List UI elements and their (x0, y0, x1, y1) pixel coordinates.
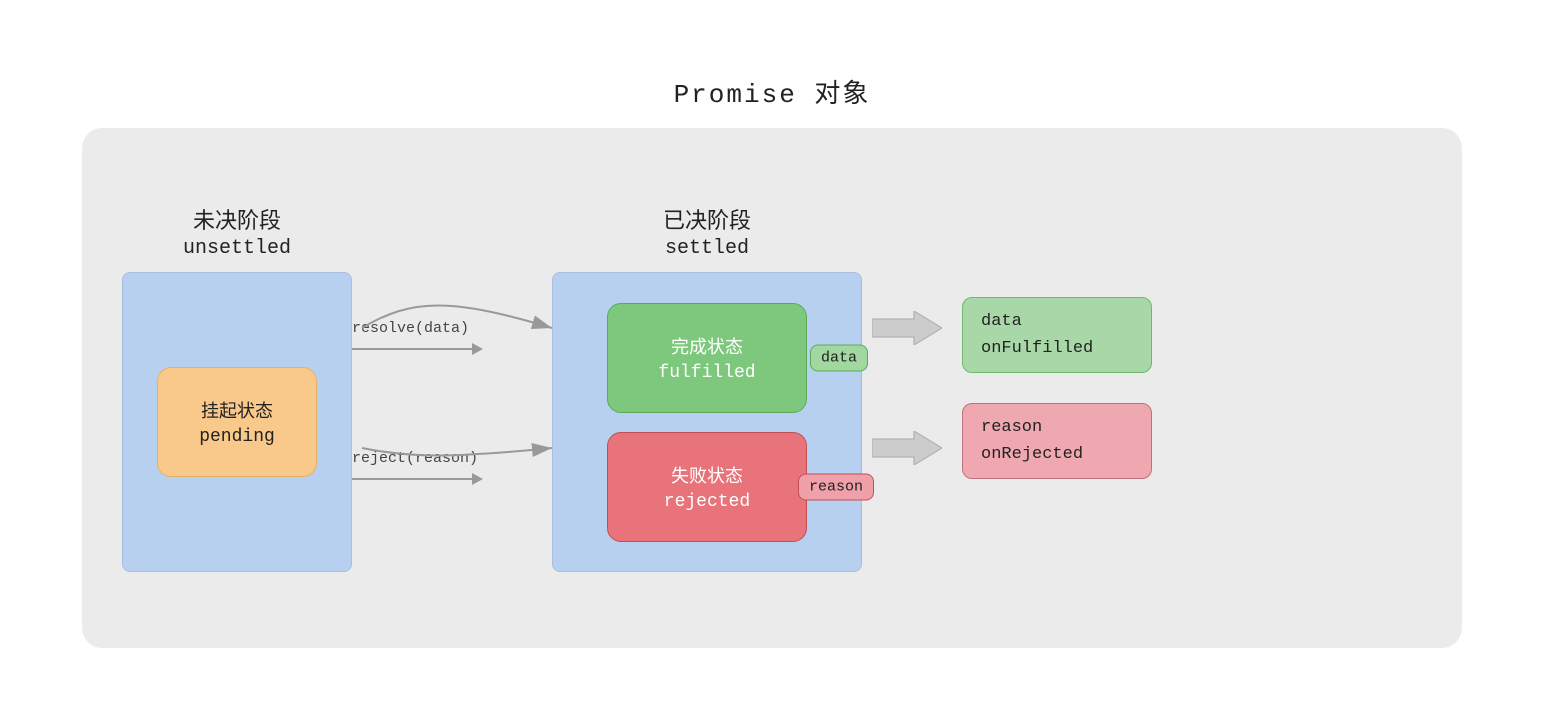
rejected-arrow (872, 431, 942, 465)
diagram-body: 未决阶段 unsettled 挂起状态 pending (122, 203, 1422, 572)
page-wrapper: Promise 对象 未决阶段 unsettled 挂起状态 pending (0, 0, 1544, 720)
right-section: data onFulfilled reason onRejected (962, 297, 1152, 479)
between-arrows: resolve(data) reject(reason) (352, 238, 552, 538)
fulfilled-zh: 完成状态 (671, 333, 743, 359)
reason-badge: reason (798, 473, 874, 500)
pending-en: pending (199, 427, 275, 447)
fulfilled-right-label2: onFulfilled (981, 339, 1133, 358)
unsettled-en: unsettled (183, 237, 291, 260)
unsettled-label: 未决阶段 unsettled (183, 203, 291, 260)
fulfilled-en: fulfilled (658, 363, 755, 383)
settled-label: 已决阶段 settled (663, 203, 751, 260)
fulfilled-box: 完成状态 fulfilled data (607, 303, 807, 413)
settled-section: 已决阶段 settled 完成状态 fulfilled data 失败状态 re… (552, 203, 862, 572)
page-title: Promise 对象 (674, 73, 871, 110)
settled-zh: 已决阶段 (663, 203, 751, 235)
rejected-box: 失败状态 rejected reason (607, 432, 807, 542)
pending-box: 挂起状态 pending (157, 367, 317, 477)
fulfilled-arrow-svg (872, 311, 942, 345)
settled-en: settled (663, 237, 751, 260)
rejected-arrow-svg (872, 431, 942, 465)
data-badge: data (810, 344, 868, 371)
fulfilled-arrow (872, 311, 942, 345)
pending-zh: 挂起状态 (201, 397, 273, 423)
rejected-right-label1: reason (981, 418, 1133, 437)
unsettled-section: 未决阶段 unsettled 挂起状态 pending (122, 203, 352, 572)
fulfilled-right-panel: data onFulfilled (962, 297, 1152, 373)
fulfilled-right-label1: data (981, 312, 1133, 331)
rejected-en: rejected (664, 492, 750, 512)
settled-box: 完成状态 fulfilled data 失败状态 rejected reason (552, 272, 862, 572)
rejected-zh: 失败状态 (671, 462, 743, 488)
rejected-right-label2: onRejected (981, 445, 1133, 464)
arrows-svg (352, 238, 552, 538)
unsettled-box: 挂起状态 pending (122, 272, 352, 572)
to-right-arrows (862, 238, 942, 538)
outer-box: 未决阶段 unsettled 挂起状态 pending (82, 128, 1462, 648)
rejected-right-panel: reason onRejected (962, 403, 1152, 479)
unsettled-zh: 未决阶段 (183, 203, 291, 235)
